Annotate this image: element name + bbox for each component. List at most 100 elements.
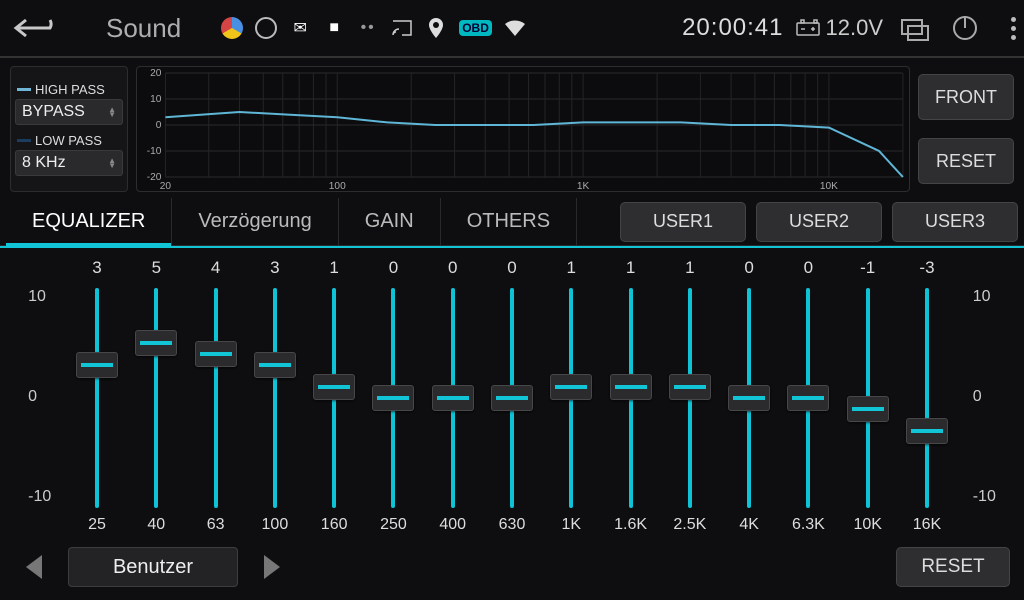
power-icon[interactable]: [953, 16, 977, 40]
high-pass-selector[interactable]: BYPASS ▲▼: [15, 99, 123, 125]
eq-slider-knob[interactable]: [432, 385, 474, 411]
page-title: Sound: [106, 13, 181, 44]
eq-slider-knob[interactable]: [195, 341, 237, 367]
drive-icon: [221, 17, 243, 39]
svg-text:0: 0: [156, 120, 162, 131]
eq-band-freq: 40: [147, 516, 165, 538]
cast-icon: [391, 17, 413, 39]
eq-band-value: 1: [329, 258, 338, 282]
eq-band-value: -3: [919, 258, 934, 282]
eq-slider[interactable]: [747, 288, 751, 508]
eq-slider[interactable]: [332, 288, 336, 508]
eq-band-400: 0 400: [423, 258, 482, 538]
eq-slider-knob[interactable]: [135, 330, 177, 356]
eq-slider[interactable]: [154, 288, 158, 508]
eq-slider[interactable]: [273, 288, 277, 508]
eq-slider[interactable]: [629, 288, 633, 508]
eq-band-value: 1: [685, 258, 694, 282]
eq-band-freq: 400: [439, 516, 466, 538]
voltage-text: 12.0V: [826, 15, 884, 41]
eq-slider[interactable]: [510, 288, 514, 508]
eq-slider-knob[interactable]: [906, 418, 948, 444]
preset-user2-button[interactable]: USER2: [756, 202, 882, 242]
overflow-menu-icon[interactable]: [1011, 17, 1016, 40]
svg-text:20: 20: [150, 68, 162, 79]
eq-slider[interactable]: [214, 288, 218, 508]
eq-band-freq: 4K: [739, 516, 759, 538]
preset-user1-button[interactable]: USER1: [620, 202, 746, 242]
eq-band-2.5K: 1 2.5K: [660, 258, 719, 538]
eq-band-value: 0: [507, 258, 516, 282]
eq-slider[interactable]: [688, 288, 692, 508]
eq-band-value: 0: [744, 258, 753, 282]
eq-band-1.6K: 11.6K: [601, 258, 660, 538]
eq-band-6.3K: 06.3K: [779, 258, 838, 538]
eq-band-250: 0250: [364, 258, 423, 538]
eq-band-freq: 10K: [853, 516, 881, 538]
eq-slider[interactable]: [391, 288, 395, 508]
preset-prev-button[interactable]: [14, 549, 52, 585]
eq-slider-knob[interactable]: [847, 396, 889, 422]
eq-band-10K: -110K: [838, 258, 897, 538]
eq-band-value: 0: [448, 258, 457, 282]
eq-scale-left: 100-10: [12, 258, 67, 538]
preset-user3-button[interactable]: USER3: [892, 202, 1018, 242]
eq-slider[interactable]: [806, 288, 810, 508]
eq-slider-knob[interactable]: [313, 374, 355, 400]
eq-band-40: 540: [127, 258, 186, 538]
back-button[interactable]: [8, 11, 58, 45]
eq-band-freq: 63: [207, 516, 225, 538]
eq-band-value: 0: [804, 258, 813, 282]
svg-text:-10: -10: [147, 146, 162, 157]
eq-band-160: 1160: [305, 258, 364, 538]
reset-filter-button[interactable]: RESET: [918, 138, 1014, 184]
low-pass-selector[interactable]: 8 KHz ▲▼: [15, 150, 123, 176]
response-curve: 20100-10-20201001K10K: [136, 66, 910, 192]
eq-slider[interactable]: [569, 288, 573, 508]
eq-band-freq: 1K: [561, 516, 581, 538]
camera-icon: ■: [323, 17, 345, 39]
globe-icon: [255, 17, 277, 39]
reset-eq-button[interactable]: RESET: [896, 547, 1010, 587]
spin-arrows-icon: ▲▼: [108, 158, 116, 168]
eq-band-630: 0630: [482, 258, 541, 538]
eq-slider-knob[interactable]: [550, 374, 592, 400]
eq-slider-knob[interactable]: [610, 374, 652, 400]
dots-icon: ••: [357, 17, 379, 39]
preset-next-button[interactable]: [254, 549, 292, 585]
preset-name[interactable]: Benutzer: [68, 547, 238, 587]
eq-slider-knob[interactable]: [787, 385, 829, 411]
eq-band-freq: 100: [262, 516, 289, 538]
svg-text:100: 100: [329, 181, 346, 191]
svg-text:10K: 10K: [820, 181, 838, 191]
spin-arrows-icon: ▲▼: [108, 107, 116, 117]
eq-band-16K: -316K: [897, 258, 956, 538]
eq-band-value: 0: [389, 258, 398, 282]
tab-others[interactable]: OTHERS: [441, 198, 577, 245]
eq-band-freq: 1.6K: [614, 516, 647, 538]
eq-band-63: 463: [186, 258, 245, 538]
eq-slider-knob[interactable]: [669, 374, 711, 400]
eq-band-freq: 25: [88, 516, 106, 538]
eq-slider[interactable]: [925, 288, 929, 508]
wifi-icon: [504, 17, 526, 39]
location-icon: [425, 17, 447, 39]
recent-apps-icon[interactable]: [901, 19, 927, 37]
eq-slider-knob[interactable]: [491, 385, 533, 411]
eq-scale-right: 100-10: [957, 258, 1012, 538]
eq-slider-knob[interactable]: [254, 352, 296, 378]
eq-slider[interactable]: [451, 288, 455, 508]
tab-equalizer[interactable]: EQUALIZER: [6, 198, 172, 245]
eq-slider-knob[interactable]: [76, 352, 118, 378]
tab-verzögerung[interactable]: Verzögerung: [172, 198, 338, 245]
eq-slider-knob[interactable]: [372, 385, 414, 411]
front-button[interactable]: FRONT: [918, 74, 1014, 120]
tab-gain[interactable]: GAIN: [339, 198, 441, 245]
eq-slider[interactable]: [95, 288, 99, 508]
eq-band-value: 3: [92, 258, 101, 282]
eq-slider-knob[interactable]: [728, 385, 770, 411]
eq-band-25: 3 25: [67, 258, 126, 538]
svg-text:10: 10: [150, 94, 162, 105]
eq-slider[interactable]: [866, 288, 870, 508]
eq-band-freq: 2.5K: [673, 516, 706, 538]
